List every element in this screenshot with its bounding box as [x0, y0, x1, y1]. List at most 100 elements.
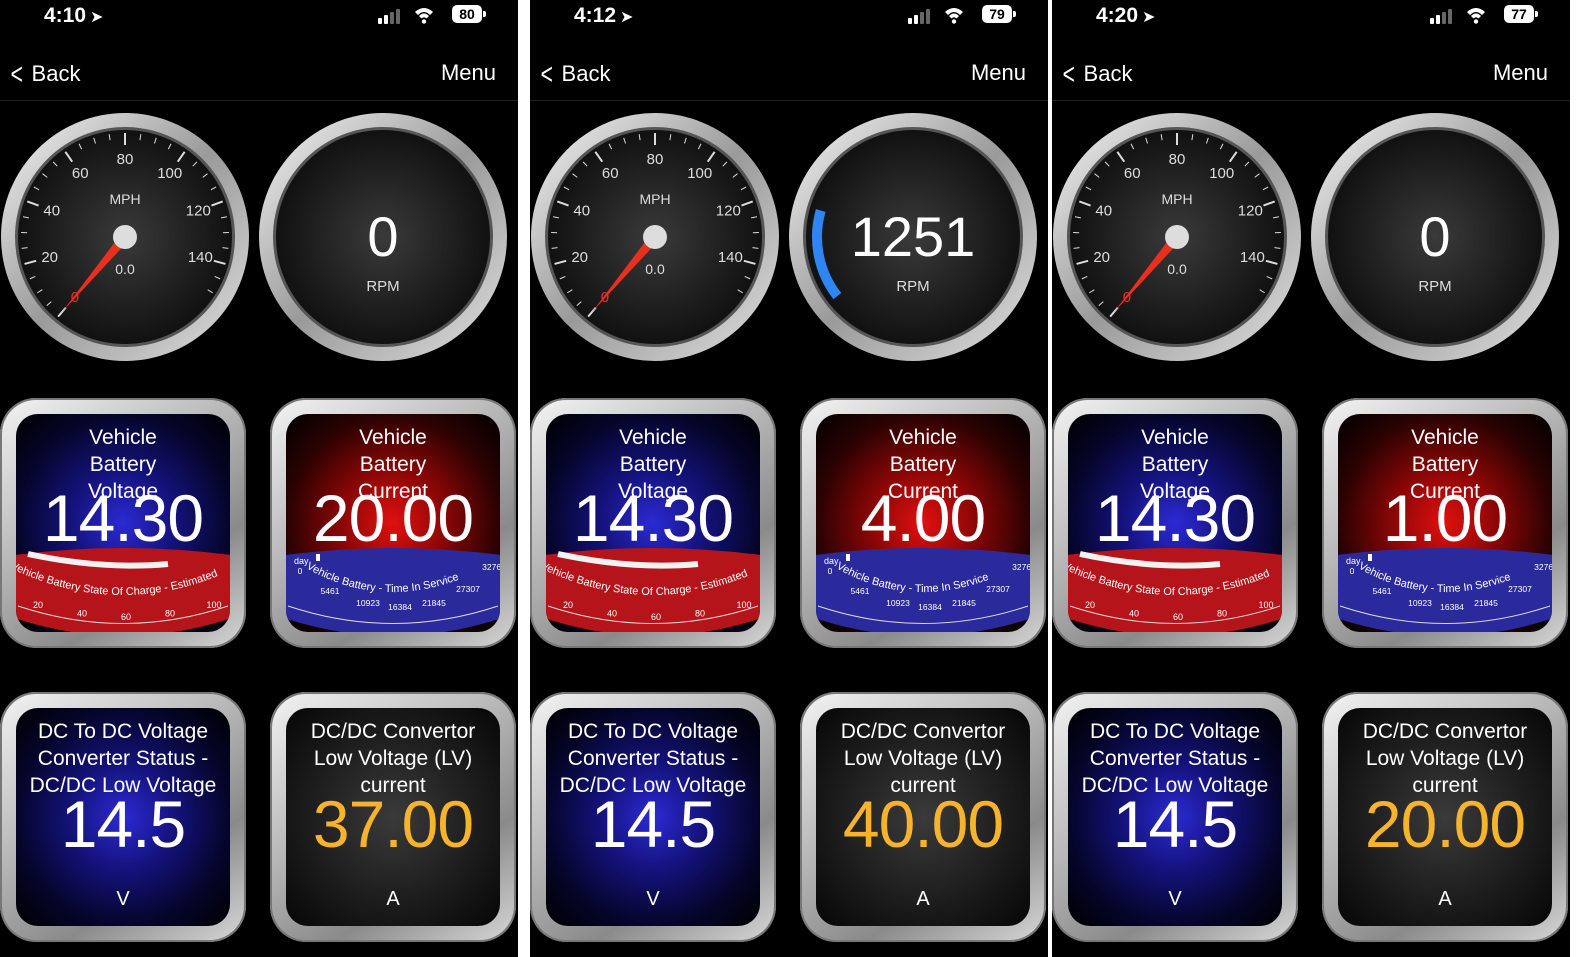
soc-tick-label: 60 — [1173, 612, 1183, 622]
nav-bar: < Back Menu — [0, 46, 518, 101]
speed-tick — [1274, 247, 1281, 249]
tis-tick-label: 16384 — [1440, 602, 1464, 612]
speed-tick-label: 140 — [1240, 249, 1265, 266]
speedometer-dial: 020406080100120140MPH0.0 — [531, 113, 779, 361]
phone-screen-3: 4:20➤ 77 < Back Menu 0 20 40 60 80 100 120 140 MP… — [1052, 0, 1570, 957]
location-arrow-icon: ➤ — [90, 9, 104, 26]
dc-dc-current-unit: A — [1438, 888, 1452, 910]
speed-unit: MPH — [109, 191, 140, 207]
rpm-value: 0 — [367, 205, 399, 268]
state-of-charge-scale: Vehicle Battery State Of Charge - Estima… — [1068, 548, 1282, 632]
status-bar: 4:20 ➤ 77 — [1052, 0, 1570, 34]
battery-current-value: 1.00 — [1382, 481, 1508, 555]
soc-tick-label: 80 — [695, 608, 705, 618]
tis-tick-label: 0 — [298, 566, 303, 576]
wifi-icon — [1467, 8, 1485, 24]
speed-tick-label: 60 — [1124, 165, 1141, 182]
clock: 4:12 ➤ — [574, 4, 634, 27]
speed-tick-label: 140 — [718, 249, 743, 266]
menu-button[interactable]: Menu — [441, 60, 496, 86]
battery-voltage-tile: Vehicle Battery Voltage 14.30 76 Vehicle… — [1052, 398, 1298, 648]
speed-tick-label: 120 — [186, 202, 211, 219]
tis-tick-label: 10923 — [886, 598, 910, 608]
wifi-icon — [945, 8, 963, 24]
soc-tick-label: 40 — [77, 608, 87, 618]
time-in-service-scale: dayVehicle Battery - Time In Service0546… — [1338, 548, 1552, 632]
time-in-service-scale: dayVehicle Battery - Time In Service0546… — [816, 548, 1030, 632]
speed-tick-label: 60 — [602, 165, 619, 182]
speed-tick-label: 80 — [647, 151, 664, 168]
speedometer-dial: 020406080100120140MPH0.0 — [1, 113, 249, 361]
speed-value: 0.0 — [1167, 261, 1187, 277]
battery-icon: 77 — [1504, 5, 1538, 23]
speedometer-gauge: 020406080100120140MPH0.0 — [1052, 112, 1302, 362]
battery-icon: 80 — [452, 5, 486, 23]
battery-current-tile: Vehicle Battery Current 20.00 614 dayVeh… — [270, 398, 516, 648]
tis-tick-label: 32768 — [482, 562, 500, 572]
tis-tick-label: 16384 — [918, 602, 942, 612]
speed-tick-label: 20 — [41, 249, 58, 266]
time-in-service-scale: dayVehicle Battery - Time In Service0546… — [286, 548, 500, 632]
cellular-signal-icon — [908, 8, 936, 24]
back-button[interactable]: < Back — [8, 58, 81, 92]
needle-hub — [643, 225, 667, 249]
dc-dc-current-value: 40.00 — [842, 787, 1004, 861]
tis-level-mark — [1368, 554, 1372, 561]
tis-level-mark — [316, 554, 320, 561]
speed-tick — [222, 247, 229, 249]
status-bar: 4:12 ➤ 79 — [530, 0, 1048, 34]
dc-dc-voltage-value: 14.5 — [60, 787, 186, 861]
soc-tick-label: 20 — [563, 600, 573, 610]
location-arrow-icon: ➤ — [1142, 9, 1156, 26]
dc-dc-voltage-tile: DC To DC Voltage Converter Status - DC/D… — [1052, 692, 1298, 942]
dc-dc-voltage-unit: V — [1168, 888, 1182, 910]
soc-tick-label: 80 — [165, 608, 175, 618]
tis-tick-label: 5461 — [321, 586, 340, 596]
rpm-gauge: 0 RPM — [1310, 112, 1560, 362]
state-of-charge-scale: Vehicle Battery State Of Charge - Estima… — [16, 548, 230, 632]
speed-unit: MPH — [639, 191, 670, 207]
tis-tick-label: 5461 — [851, 586, 870, 596]
dc-dc-current-value: 20.00 — [1364, 787, 1526, 861]
wifi-icon — [415, 8, 433, 24]
menu-button[interactable]: Menu — [971, 60, 1026, 86]
back-label: Back — [1083, 61, 1133, 86]
soc-tick-label: 60 — [651, 612, 661, 622]
chevron-left-icon: < — [10, 58, 23, 91]
clock: 4:20 ➤ — [1096, 4, 1156, 27]
soc-tick-label: 60 — [121, 612, 131, 622]
tis-tick-label: 0 — [1350, 566, 1355, 576]
tis-tick-label: 10923 — [356, 598, 380, 608]
speed-unit: MPH — [1161, 191, 1192, 207]
dc-dc-current-tile: DC/DC Convertor Low Voltage (LV) current… — [1322, 692, 1568, 942]
needle-hub — [113, 225, 137, 249]
clock: 4:10 ➤ — [44, 4, 104, 27]
speed-tick-label: 40 — [1095, 202, 1112, 219]
soc-tick-label: 40 — [607, 608, 617, 618]
rpm-unit: RPM — [366, 278, 400, 295]
speed-tick — [551, 247, 558, 249]
tis-tick-label: 10923 — [1408, 598, 1432, 608]
tis-tick-label: 0 — [828, 566, 833, 576]
nav-bar: < Back Menu — [530, 46, 1048, 101]
tis-tick-label: 27307 — [456, 584, 480, 594]
status-bar: 4:10 ➤ 80 — [0, 0, 518, 34]
tis-tick-label: 21845 — [422, 598, 446, 608]
speed-tick-label: 80 — [1169, 151, 1186, 168]
back-button[interactable]: < Back — [538, 58, 611, 92]
dc-dc-current-value: 37.00 — [312, 787, 474, 861]
tis-tick-label: 16384 — [388, 602, 412, 612]
battery-voltage-value: 14.30 — [1094, 481, 1256, 555]
soc-tick-label: 100 — [736, 600, 751, 610]
chevron-left-icon: < — [540, 58, 553, 91]
back-button[interactable]: < Back — [1060, 58, 1133, 92]
menu-button[interactable]: Menu — [1493, 60, 1548, 86]
battery-voltage-value: 14.30 — [42, 481, 204, 555]
speed-tick-label: 100 — [1209, 165, 1234, 182]
dc-dc-current-tile: DC/DC Convertor Low Voltage (LV) current… — [270, 692, 516, 942]
speed-tick — [1073, 247, 1080, 249]
state-of-charge-scale: Vehicle Battery State Of Charge - Estima… — [546, 548, 760, 632]
tis-tick-label: 27307 — [1508, 584, 1532, 594]
soc-tick-label: 80 — [1217, 608, 1227, 618]
dc-dc-voltage-value: 14.5 — [1112, 787, 1238, 861]
